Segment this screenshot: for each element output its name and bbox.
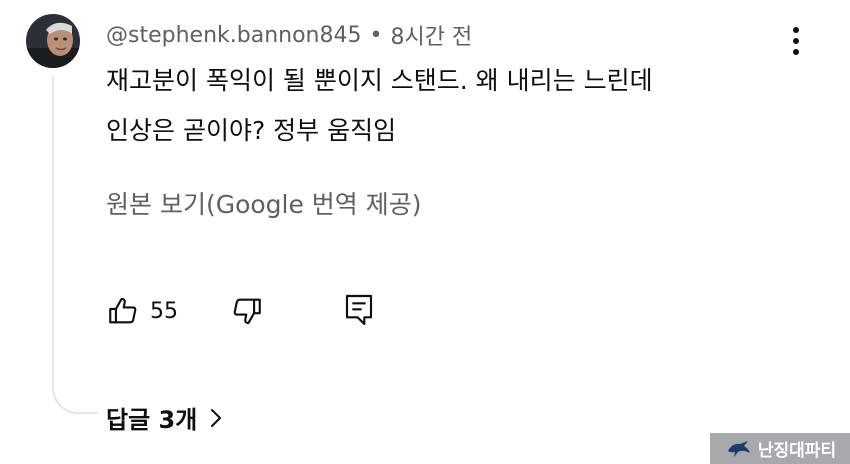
- view-replies-button[interactable]: 답글 3개: [106, 400, 223, 435]
- comment-timestamp: 8시간 전: [390, 25, 473, 50]
- kebab-menu-icon-dot: [793, 49, 799, 55]
- thumbs-up-icon: [109, 297, 137, 324]
- dislike-button[interactable]: [230, 294, 264, 328]
- thumbs-down-icon: [233, 298, 261, 325]
- avatar-image: [26, 14, 80, 68]
- like-button[interactable]: 55: [106, 294, 178, 328]
- chevron-right-icon: [211, 408, 222, 427]
- reply-button[interactable]: [343, 292, 375, 328]
- author-name[interactable]: @stephenk.bannon845: [106, 23, 361, 48]
- comment-reply-icon: [345, 294, 373, 326]
- comment-text-line: 인상은 곧이야? 정부 움직임: [106, 116, 397, 145]
- reply-thread-line: [52, 76, 98, 414]
- comment-text-line: 재고분이 폭익이 될 뿐이지 스탠드. 왜 내리는 느린데: [106, 66, 653, 95]
- comment-header: @stephenk.bannon845 • 8시간 전: [106, 20, 473, 51]
- bird-logo-icon: [727, 440, 750, 457]
- avatar[interactable]: [26, 14, 80, 68]
- kebab-menu-icon-dot: [793, 38, 799, 44]
- watermark: 난징대파티: [710, 433, 850, 464]
- more-options-button[interactable]: [784, 24, 808, 58]
- watermark-text: 난징대파티: [757, 441, 837, 461]
- like-count: 55: [150, 298, 178, 324]
- header-separator: •: [369, 22, 383, 48]
- see-original-link[interactable]: 원본 보기(Google 번역 제공): [106, 190, 422, 220]
- kebab-menu-icon: [793, 27, 799, 33]
- replies-label: 답글 3개: [106, 406, 198, 434]
